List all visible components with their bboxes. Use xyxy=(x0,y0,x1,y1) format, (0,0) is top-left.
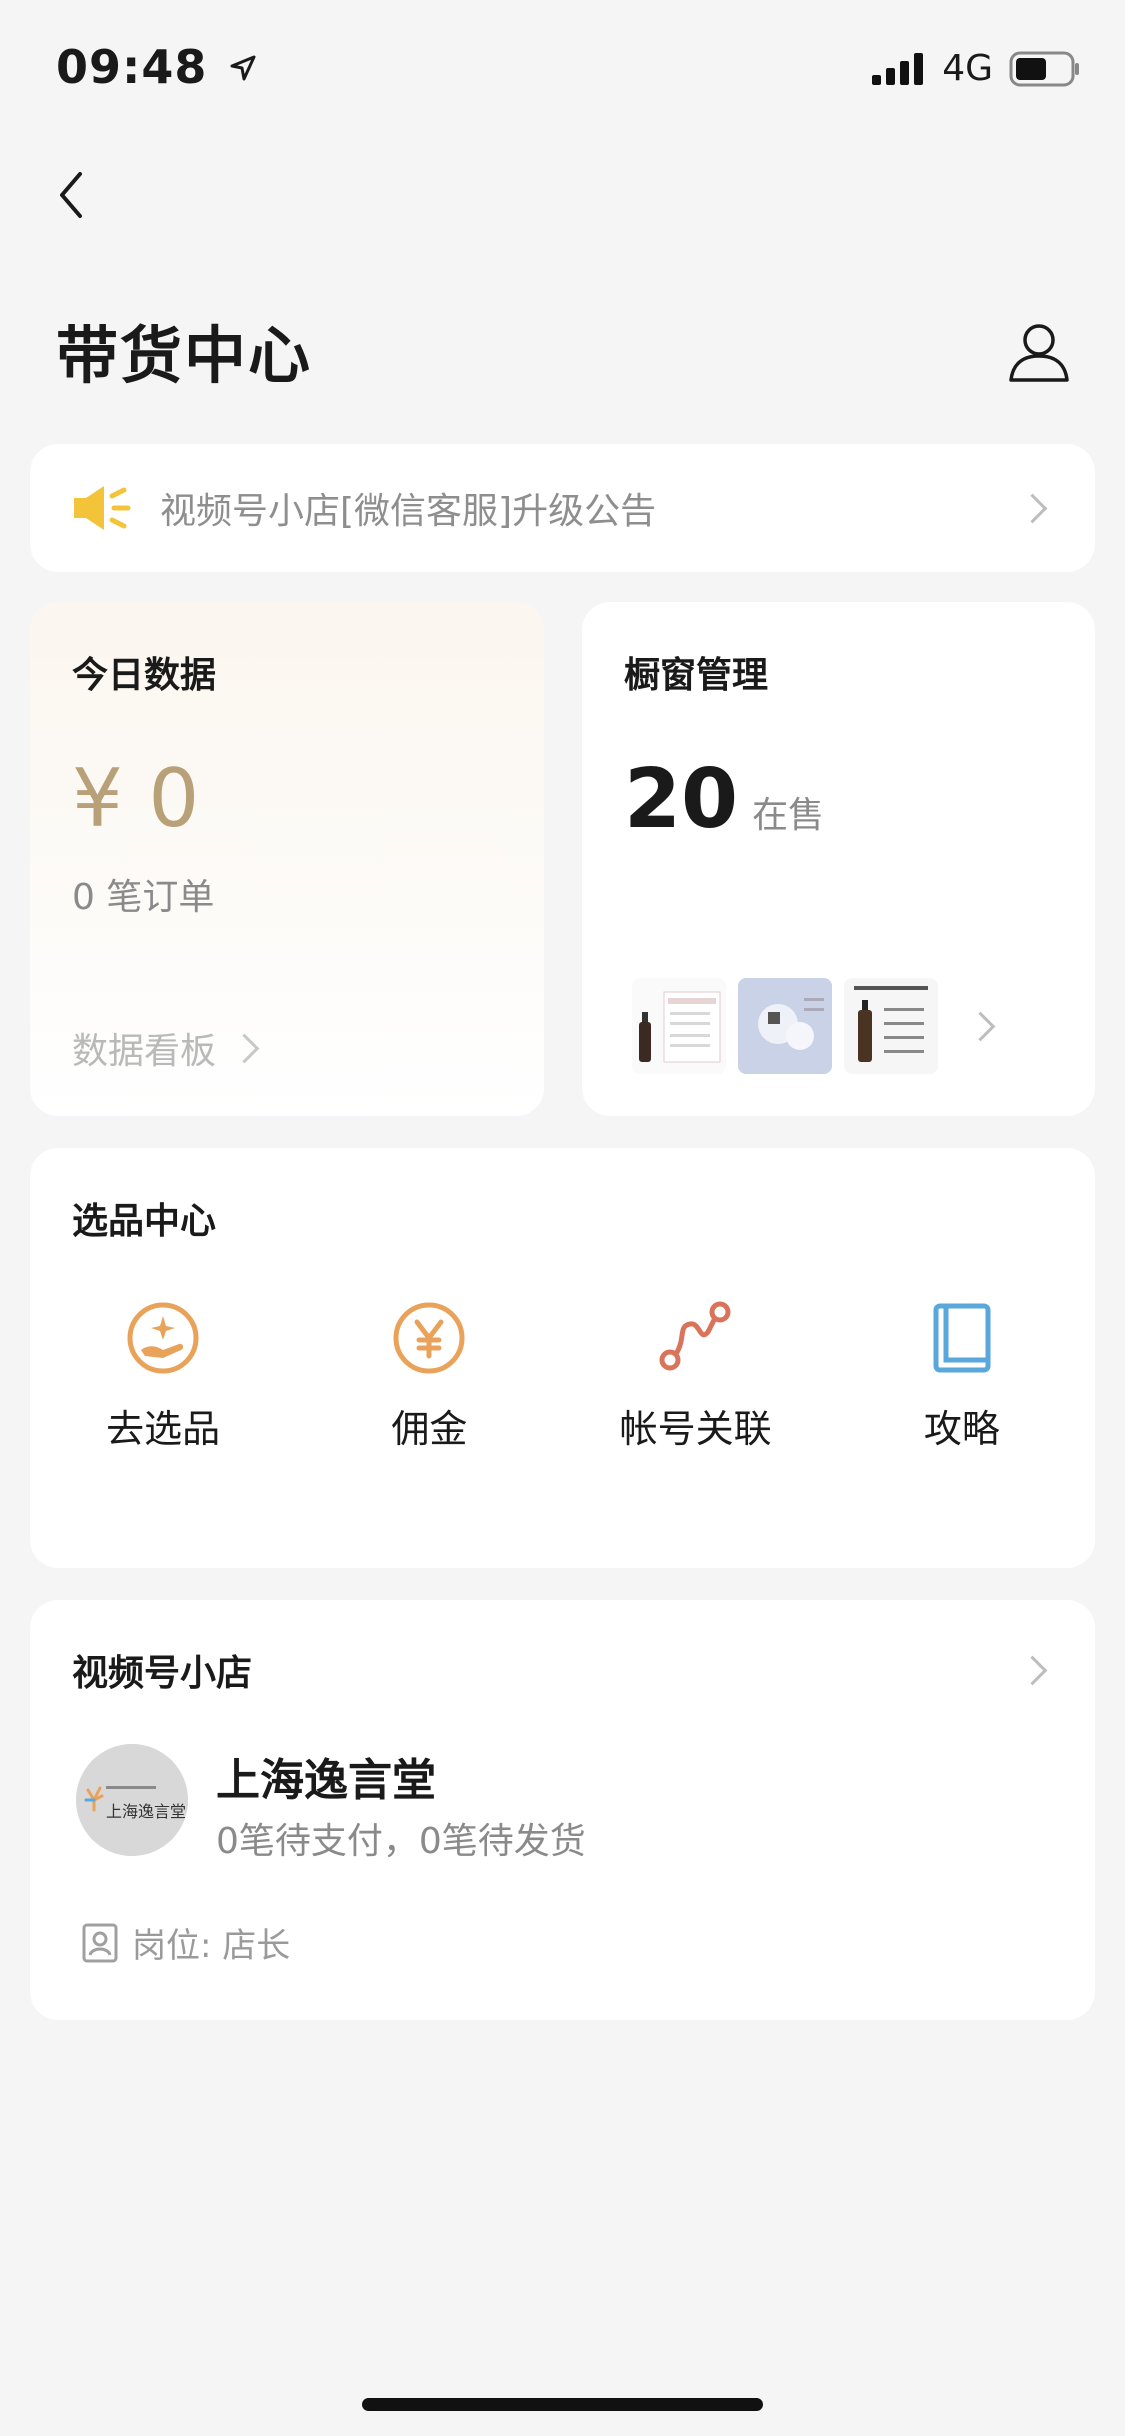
shop-avatar-text: 上海逸言堂 xyxy=(106,1802,187,1821)
select-products-button[interactable]: 去选品 xyxy=(43,1298,283,1453)
role-text: 岗位: 店长 xyxy=(132,1926,291,1966)
showcase-count-unit: 在售 xyxy=(752,795,825,836)
showcase-count-row: 20 在售 xyxy=(624,752,824,847)
profile-button[interactable] xyxy=(1005,318,1073,386)
status-time: 09:48 xyxy=(56,40,258,94)
product-thumbnail[interactable] xyxy=(738,978,832,1074)
showcase-title: 橱窗管理 xyxy=(624,655,769,696)
selection-grid: 去选品 佣金 帐号关联 攻略 xyxy=(30,1298,1095,1453)
product-thumbnail[interactable] xyxy=(632,978,726,1074)
commission-button[interactable]: 佣金 xyxy=(309,1298,549,1453)
network-type: 4G xyxy=(942,48,993,89)
id-card-icon xyxy=(82,1923,118,1962)
megaphone-icon xyxy=(74,486,131,530)
commission-label: 佣金 xyxy=(391,1407,468,1451)
book-icon xyxy=(933,1303,991,1373)
signal-icon xyxy=(872,52,924,85)
dashboard-link[interactable]: 数据看板 xyxy=(72,1022,260,1074)
shop-name: 上海逸言堂 xyxy=(216,1755,436,1806)
guide-button[interactable]: 攻略 xyxy=(842,1298,1082,1453)
announcement-text: 视频号小店[微信客服]升级公告 xyxy=(160,491,657,532)
shop-avatar: 上海逸言堂 xyxy=(76,1744,188,1856)
account-link-button[interactable]: 帐号关联 xyxy=(576,1298,816,1453)
status-indicators: 4G xyxy=(872,48,1081,89)
account-link-label: 帐号关联 xyxy=(619,1407,772,1451)
chevron-right-icon xyxy=(1017,1655,1048,1686)
chevron-right-icon xyxy=(965,1011,996,1041)
dashboard-link-label: 数据看板 xyxy=(72,1031,217,1072)
showcase-card[interactable]: 橱窗管理 20 在售 xyxy=(582,602,1095,1116)
showcase-count: 20 xyxy=(624,752,739,847)
product-thumbnails[interactable] xyxy=(632,978,996,1074)
page-title: 带货中心 xyxy=(56,319,313,392)
chevron-right-icon xyxy=(1017,493,1048,523)
role-row: 岗位: 店长 xyxy=(82,1918,290,1967)
today-orders: 0 笔订单 xyxy=(72,877,215,918)
selection-center-card: 选品中心 去选品 佣金 帐号关联 攻略 xyxy=(30,1148,1095,1568)
product-thumbnail[interactable] xyxy=(844,978,938,1074)
chevron-left-icon xyxy=(60,172,82,218)
home-indicator[interactable] xyxy=(362,2398,763,2411)
guide-label: 攻略 xyxy=(923,1407,1000,1451)
today-amount: ¥ 0 xyxy=(72,752,200,845)
today-data-title: 今日数据 xyxy=(72,655,217,696)
chevron-right-icon xyxy=(229,1033,260,1063)
shop-card[interactable]: 视频号小店 上海逸言堂 上海逸言堂 0笔待支付，0笔待发货 岗位: 店长 xyxy=(30,1600,1095,2020)
shop-status: 0笔待支付，0笔待发货 xyxy=(216,1821,586,1862)
back-button[interactable] xyxy=(36,160,106,230)
announcement-bar[interactable]: 视频号小店[微信客服]升级公告 xyxy=(30,444,1095,572)
link-nodes-icon xyxy=(659,1301,731,1371)
location-arrow-icon xyxy=(230,55,256,81)
person-icon xyxy=(1009,324,1069,382)
select-products-label: 去选品 xyxy=(106,1407,221,1451)
yen-coin-icon xyxy=(393,1302,465,1374)
today-data-card[interactable]: 今日数据 ¥ 0 0 笔订单 数据看板 xyxy=(30,602,544,1116)
battery-icon xyxy=(1009,51,1079,86)
shop-section-title: 视频号小店 xyxy=(72,1653,253,1694)
hand-sparkle-icon xyxy=(127,1302,199,1374)
selection-center-title: 选品中心 xyxy=(72,1201,217,1242)
